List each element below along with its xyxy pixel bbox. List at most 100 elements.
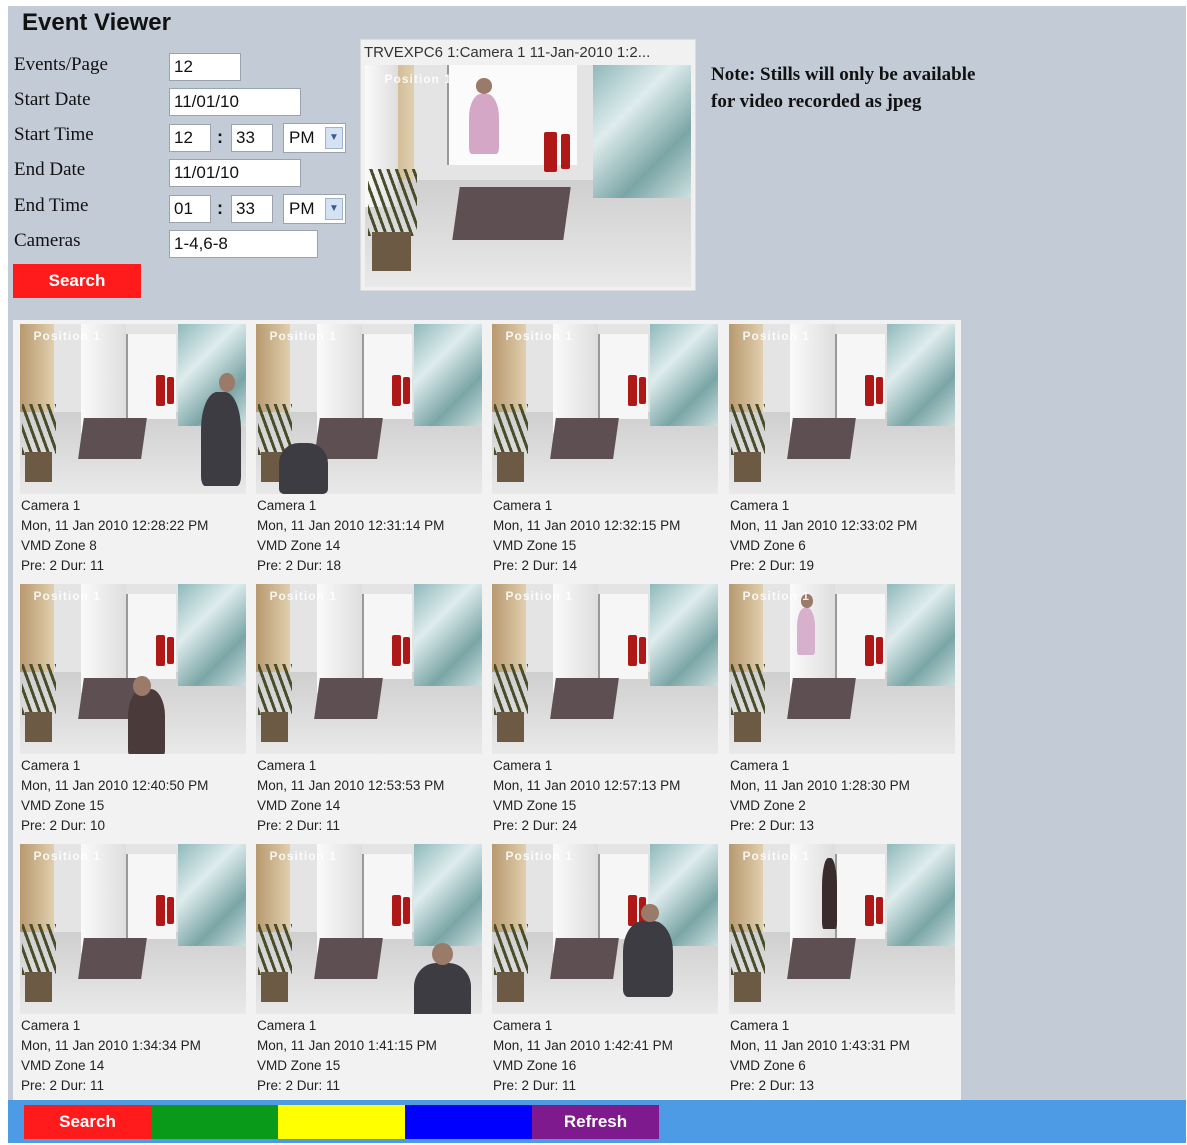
event-zone: VMD Zone 14 [21, 1058, 105, 1073]
start-hour-input[interactable]: 12 [169, 124, 211, 152]
event-pre-dur: Pre: 2 Dur: 11 [493, 1078, 577, 1093]
event-caption: Camera 1 Mon, 11 Jan 2010 12:53:53 PM VM… [257, 756, 444, 836]
page-title: Event Viewer [22, 9, 171, 36]
event-camera: Camera 1 [730, 1018, 790, 1033]
event-osd-label: Position 1 [33, 589, 101, 604]
end-hour-input[interactable]: 01 [169, 195, 211, 223]
event-zone: VMD Zone 14 [257, 538, 341, 553]
event-pre-dur: Pre: 2 Dur: 13 [730, 818, 815, 833]
event-tile[interactable]: Position 1 Camera 1 Mon, 11 Jan 2010 1:4… [492, 840, 718, 1098]
event-tile[interactable]: Position 1 Camera 1 Mon, 11 Jan 2010 12:… [492, 580, 718, 838]
event-datetime: Mon, 11 Jan 2010 12:57:13 PM [493, 778, 681, 793]
end-time-separator: : [217, 198, 223, 218]
toolbar-search-button[interactable]: Search [24, 1105, 151, 1139]
toolbar-green-button[interactable] [151, 1105, 278, 1139]
events-per-page-input[interactable]: 12 [169, 53, 241, 81]
start-ampm-select[interactable]: PM ▼ [283, 123, 346, 153]
event-tile[interactable]: Position 1 Camera 1 Mon, 11 Jan 2010 12:… [20, 320, 246, 578]
event-datetime: Mon, 11 Jan 2010 12:31:14 PM [257, 518, 445, 533]
event-camera: Camera 1 [21, 498, 81, 513]
event-pre-dur: Pre: 2 Dur: 18 [257, 558, 342, 573]
preview-osd-label: Position 1 [384, 71, 452, 86]
event-osd-label: Position 1 [33, 329, 101, 344]
event-pre-dur: Pre: 2 Dur: 24 [493, 818, 578, 833]
event-camera: Camera 1 [21, 758, 81, 773]
event-osd-label: Position 1 [269, 329, 337, 344]
event-caption: Camera 1 Mon, 11 Jan 2010 12:40:50 PM VM… [21, 756, 208, 836]
event-still[interactable]: Position 1 [256, 584, 482, 754]
event-zone: VMD Zone 2 [730, 798, 806, 813]
chevron-down-icon: ▼ [325, 198, 343, 220]
event-datetime: Mon, 11 Jan 2010 1:41:15 PM [257, 1038, 437, 1053]
event-datetime: Mon, 11 Jan 2010 12:32:15 PM [493, 518, 681, 533]
start-time-label: Start Time [14, 124, 94, 145]
event-osd-label: Position 1 [505, 589, 573, 604]
event-caption: Camera 1 Mon, 11 Jan 2010 12:31:14 PM VM… [257, 496, 444, 576]
event-datetime: Mon, 11 Jan 2010 1:42:41 PM [493, 1038, 673, 1053]
event-pre-dur: Pre: 2 Dur: 11 [21, 1078, 105, 1093]
jpeg-note: Note: Stills will only be available for … [711, 64, 976, 112]
toolbar-refresh-button[interactable]: Refresh [532, 1105, 659, 1139]
event-datetime: Mon, 11 Jan 2010 12:33:02 PM [730, 518, 918, 533]
event-zone: VMD Zone 15 [493, 538, 577, 553]
event-camera: Camera 1 [730, 758, 790, 773]
end-date-input[interactable]: 11/01/10 [169, 159, 301, 187]
event-zone: VMD Zone 6 [730, 1058, 806, 1073]
event-caption: Camera 1 Mon, 11 Jan 2010 1:34:34 PM VMD… [21, 1016, 201, 1096]
event-tile[interactable]: Position 1 Camera 1 Mon, 11 Jan 2010 1:4… [256, 840, 482, 1098]
end-ampm-select[interactable]: PM ▼ [283, 194, 346, 224]
event-datetime: Mon, 11 Jan 2010 1:34:34 PM [21, 1038, 201, 1053]
end-time-label: End Time [14, 195, 89, 216]
event-tile[interactable]: Position 1 Camera 1 Mon, 11 Jan 2010 1:3… [20, 840, 246, 1098]
preview-caption: TRVEXPC6 1:Camera 1 11-Jan-2010 1:2... [364, 44, 651, 61]
event-still[interactable]: Position 1 [20, 584, 246, 754]
event-still[interactable]: Position 1 [729, 584, 955, 754]
event-tile[interactable]: Position 1 Camera 1 Mon, 11 Jan 2010 1:4… [729, 840, 955, 1098]
event-osd-label: Position 1 [742, 329, 810, 344]
toolbar-blue-button[interactable] [405, 1105, 532, 1139]
event-tile[interactable]: Position 1 Camera 1 Mon, 11 Jan 2010 12:… [492, 320, 718, 578]
event-still[interactable]: Position 1 [729, 324, 955, 494]
start-time-separator: : [217, 127, 223, 147]
event-pre-dur: Pre: 2 Dur: 14 [493, 558, 578, 573]
event-camera: Camera 1 [493, 1018, 553, 1033]
event-osd-label: Position 1 [742, 849, 810, 864]
event-camera: Camera 1 [257, 1018, 317, 1033]
event-osd-label: Position 1 [742, 589, 810, 604]
event-osd-label: Position 1 [505, 329, 573, 344]
event-osd-label: Position 1 [269, 589, 337, 604]
event-still[interactable]: Position 1 [492, 584, 718, 754]
event-still[interactable]: Position 1 [492, 844, 718, 1014]
event-caption: Camera 1 Mon, 11 Jan 2010 1:28:30 PM VMD… [730, 756, 910, 836]
event-tile[interactable]: Position 1 Camera 1 Mon, 11 Jan 2010 12:… [256, 320, 482, 578]
event-still[interactable]: Position 1 [20, 324, 246, 494]
event-tile[interactable]: Position 1 Camera 1 Mon, 11 Jan 2010 12:… [20, 580, 246, 838]
event-tile[interactable]: Position 1 Camera 1 Mon, 11 Jan 2010 12:… [256, 580, 482, 838]
event-zone: VMD Zone 16 [493, 1058, 577, 1073]
event-still[interactable]: Position 1 [256, 844, 482, 1014]
event-osd-label: Position 1 [33, 849, 101, 864]
preview-camera-still[interactable]: Position 1 [365, 65, 691, 287]
start-date-input[interactable]: 11/01/10 [169, 88, 301, 116]
end-minute-input[interactable]: 33 [231, 195, 273, 223]
event-camera: Camera 1 [257, 498, 317, 513]
event-tile[interactable]: Position 1 Camera 1 Mon, 11 Jan 2010 12:… [729, 320, 955, 578]
event-still[interactable]: Position 1 [20, 844, 246, 1014]
event-camera: Camera 1 [493, 758, 553, 773]
cameras-input[interactable]: 1-4,6-8 [169, 230, 318, 258]
start-ampm-value: PM [289, 128, 315, 147]
event-still[interactable]: Position 1 [256, 324, 482, 494]
start-minute-input[interactable]: 33 [231, 124, 273, 152]
event-caption: Camera 1 Mon, 11 Jan 2010 1:43:31 PM VMD… [730, 1016, 910, 1096]
end-ampm-value: PM [289, 199, 315, 218]
event-osd-label: Position 1 [505, 849, 573, 864]
event-camera: Camera 1 [730, 498, 790, 513]
event-still[interactable]: Position 1 [729, 844, 955, 1014]
event-pre-dur: Pre: 2 Dur: 11 [257, 818, 341, 833]
event-tile[interactable]: Position 1 Camera 1 Mon, 11 Jan 2010 1:2… [729, 580, 955, 838]
search-button[interactable]: Search [13, 264, 141, 298]
event-still[interactable]: Position 1 [492, 324, 718, 494]
events-per-page-label: Events/Page [14, 54, 108, 75]
bottom-toolbar: Search Refresh [8, 1100, 1186, 1143]
toolbar-yellow-button[interactable] [278, 1105, 405, 1139]
